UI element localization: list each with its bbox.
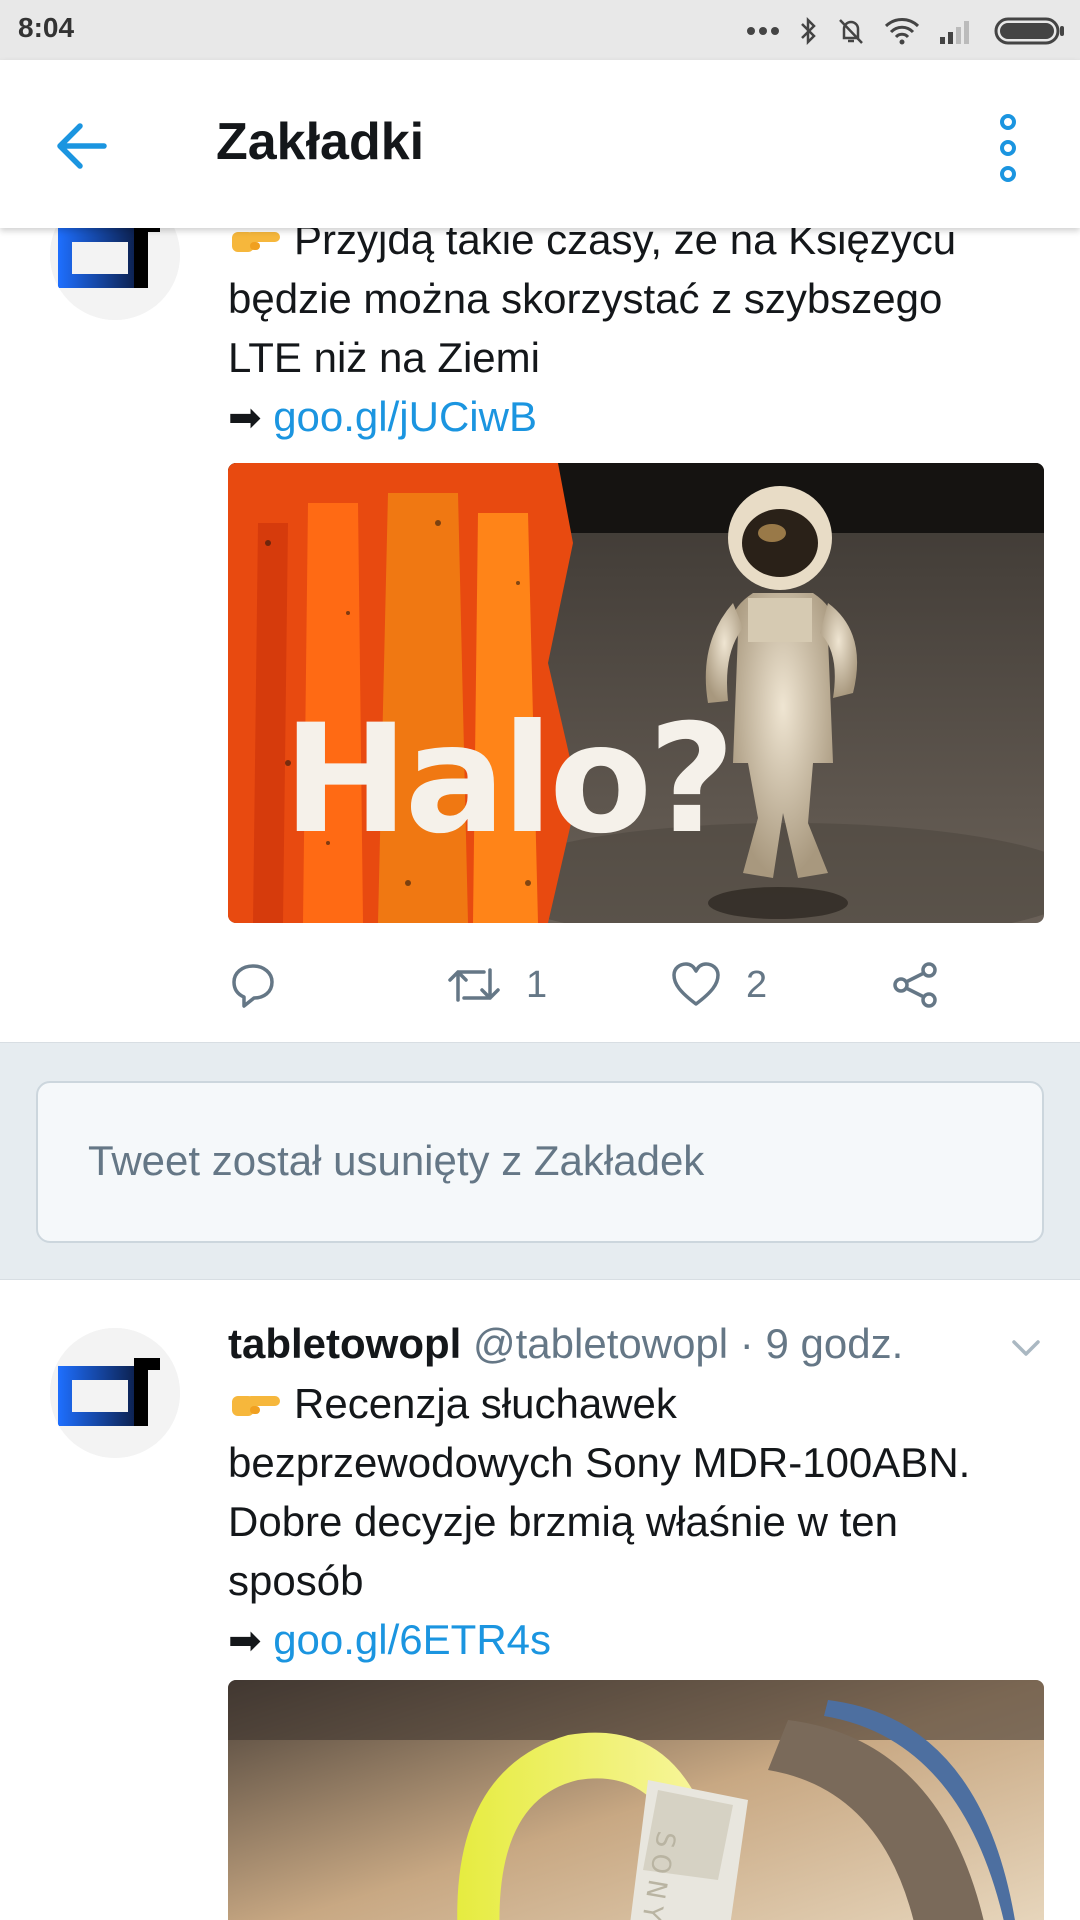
- tweet-time: 9 godz.: [765, 1320, 904, 1367]
- overflow-menu-button[interactable]: [990, 112, 1026, 184]
- overflow-menu-icon: [1000, 114, 1016, 182]
- tweet-link-line: ➡ goo.gl/6ETR4s: [228, 1610, 1048, 1671]
- tweet-line: sposób: [228, 1557, 364, 1604]
- user-handle[interactable]: @tabletowopl: [473, 1320, 728, 1367]
- status-icons: [746, 14, 1066, 48]
- status-bar: 8:04: [0, 0, 1080, 60]
- removed-notice-band: Tweet został usunięty z Zakładek: [0, 1042, 1080, 1280]
- page-title: Zakładki: [216, 113, 425, 171]
- retweet-icon: [448, 968, 500, 1002]
- tweet-link[interactable]: goo.gl/jUCiwB: [273, 393, 537, 440]
- right-arrow-icon: ➡: [228, 1619, 262, 1663]
- tweet-card[interactable]: tabletowopl @tabletowopl · 9 godz. Recen…: [0, 1280, 1080, 1920]
- heart-icon: [672, 962, 720, 1006]
- bell-off-icon: [839, 19, 863, 44]
- reply-button[interactable]: [228, 955, 302, 1015]
- media-caption: Halo?: [283, 693, 731, 867]
- tweet-line: Recenzja słuchawek: [228, 1374, 1048, 1433]
- retweet-count: 1: [526, 963, 548, 1006]
- media-image: SONY: [228, 1680, 1044, 1920]
- tweet-media[interactable]: Halo?: [228, 463, 1044, 923]
- share-button[interactable]: [890, 955, 942, 1015]
- tabletowo-logo: [50, 228, 180, 320]
- media-image: Halo?: [228, 463, 1044, 923]
- tweet-line: bezprzewodowych Sony MDR-100ABN.: [228, 1439, 971, 1486]
- right-arrow-icon: ➡: [228, 396, 262, 440]
- battery-icon: [994, 17, 1064, 45]
- pointing-hand-icon: [232, 232, 280, 252]
- share-icon: [893, 962, 937, 1008]
- wifi-icon: [884, 18, 920, 45]
- bookmarks-feed[interactable]: Przyjdą takie czasy, że na Księżycu będz…: [0, 228, 1080, 1920]
- tweet-header: tabletowopl @tabletowopl · 9 godz.: [228, 1316, 903, 1372]
- tweet-line: LTE niż na Ziemi: [228, 334, 540, 381]
- dots-icon: [747, 27, 779, 35]
- tweet-line: Dobre decyzje brzmią właśnie w ten: [228, 1498, 898, 1545]
- reply-icon: [232, 964, 274, 1008]
- removed-notice: Tweet został usunięty z Zakładek: [36, 1081, 1044, 1243]
- signal-icon: [940, 21, 969, 44]
- pointing-hand-icon: [232, 1396, 280, 1416]
- removed-notice-text: Tweet został usunięty z Zakładek: [88, 1137, 705, 1184]
- tweet-line: będzie można skorzystać z szybszego: [228, 275, 943, 322]
- arrow-left-icon: [57, 123, 107, 169]
- tweet-menu-button[interactable]: [1006, 1328, 1046, 1368]
- user-name[interactable]: tabletowopl: [228, 1320, 461, 1367]
- status-time: 8:04: [18, 12, 75, 43]
- separator-dot: ·: [739, 1320, 754, 1367]
- bluetooth-icon: [801, 16, 816, 46]
- avatar[interactable]: [50, 1328, 180, 1458]
- like-button[interactable]: 2: [670, 955, 767, 1015]
- tweet-line: Przyjdą takie czasy, że na Księżycu: [228, 228, 1048, 269]
- tweet-text: Przyjdą takie czasy, że na Księżycu będz…: [228, 228, 1048, 448]
- tweet-line-text: Recenzja słuchawek: [294, 1380, 677, 1427]
- app-header: Zakładki: [0, 60, 1080, 228]
- avatar[interactable]: [50, 228, 180, 320]
- tabletowo-logo: [50, 1328, 180, 1458]
- tweet-link-line: ➡ goo.gl/jUCiwB: [228, 387, 1048, 448]
- tweet-line-text: Przyjdą takie czasy, że na Księżycu: [294, 228, 957, 263]
- retweet-button[interactable]: 1: [446, 955, 547, 1015]
- tweet-media[interactable]: SONY: [228, 1680, 1044, 1920]
- tweet-link[interactable]: goo.gl/6ETR4s: [273, 1616, 551, 1663]
- back-button[interactable]: [52, 114, 116, 178]
- chevron-down-icon: [1012, 1340, 1040, 1356]
- tweet-actions: 1 2: [228, 955, 1028, 1015]
- tweet-text: Recenzja słuchawek bezprzewodowych Sony …: [228, 1374, 1048, 1671]
- like-count: 2: [746, 963, 768, 1006]
